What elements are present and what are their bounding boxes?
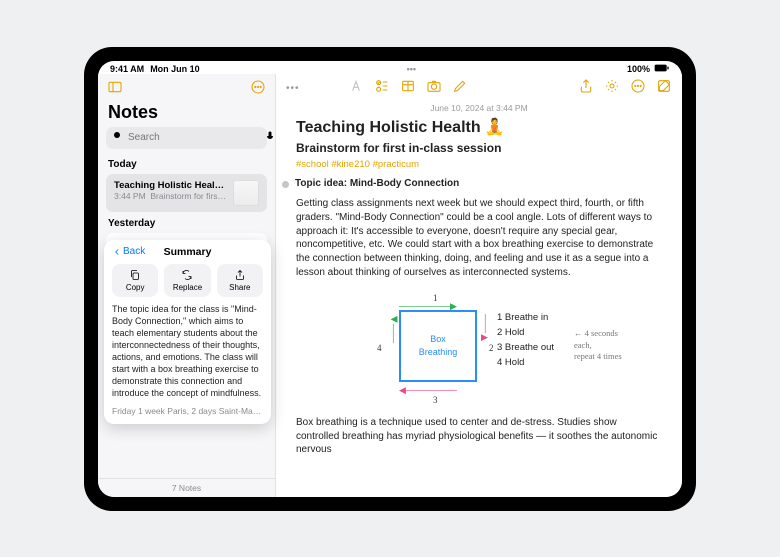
link-icon[interactable] <box>604 78 620 99</box>
table-icon[interactable] <box>400 78 416 99</box>
text-style-icon[interactable] <box>348 78 364 99</box>
paragraph-2: Box breathing is a technique used to cen… <box>296 416 662 457</box>
status-bar: 9:41 AM Mon Jun 10 ••• 100% <box>98 61 682 74</box>
popover-title: Summary <box>164 246 212 258</box>
note-title: Teaching Holistic Health <box>296 117 481 139</box>
section-today-header: Today <box>98 155 275 172</box>
notes-count: 7 Notes <box>98 478 275 497</box>
camera-icon[interactable] <box>426 78 442 99</box>
share-icon[interactable] <box>578 78 594 99</box>
note-pane: ••• June 10, 2024 at 3:44 PM Teaching Ho… <box>276 74 682 497</box>
sidebar-title: Notes <box>98 100 275 127</box>
note-tags[interactable]: #school #kine210 #practicum <box>296 158 662 171</box>
sidebar-toggle-icon[interactable] <box>106 78 124 96</box>
more-icon[interactable] <box>630 78 646 99</box>
bullet-icon <box>282 181 289 188</box>
battery-text: 100% <box>627 64 650 74</box>
back-button[interactable]: Back <box>112 246 145 257</box>
note-subtitle: Brainstorm for first in-class session <box>296 140 662 157</box>
ipad-device: 9:41 AM Mon Jun 10 ••• 100% Notes Today … <box>84 47 696 511</box>
more-icon[interactable] <box>249 78 267 96</box>
screen: 9:41 AM Mon Jun 10 ••• 100% Notes Today … <box>98 61 682 497</box>
box-breathing-drawing: 1 ────────▶ Box Breathing ───▶ 2 ◀──────… <box>329 288 629 408</box>
note-body[interactable]: Teaching Holistic Health🧘 Brainstorm for… <box>276 117 682 497</box>
note-item-sub: 3:44 PM Brainstorm for first in-clo… <box>114 191 227 201</box>
search-input[interactable] <box>128 132 260 143</box>
copy-button[interactable]: Copy <box>112 264 158 297</box>
breathing-note: ← 4 seconds each, repeat 4 times <box>574 328 629 363</box>
mic-icon[interactable] <box>264 129 276 147</box>
summary-popover: Back Summary Copy Replace Share The topi… <box>104 240 271 424</box>
status-date: Mon Jun 10 <box>150 64 200 74</box>
share-button[interactable]: Share <box>217 264 263 297</box>
drag-handle-icon[interactable]: ••• <box>286 83 300 94</box>
replace-button[interactable]: Replace <box>164 264 210 297</box>
paragraph-1: Getting class assignments next week but … <box>296 197 662 280</box>
note-thumb <box>233 180 259 206</box>
compose-icon[interactable] <box>656 78 672 99</box>
checklist-icon[interactable] <box>374 78 390 99</box>
breathing-steps: 1 Breathe in 2 Hold 3 Breathe out 4 Hold <box>497 310 554 371</box>
popover-footer: Friday 1 week Paris, 2 days Saint-Malo, … <box>112 406 263 416</box>
topic-heading: Topic idea: Mind-Body Connection <box>295 177 459 191</box>
sidebar: Notes Today Teaching Holistic Health 🧘 3… <box>98 74 276 497</box>
note-item-teaching-holistic[interactable]: Teaching Holistic Health 🧘 3:44 PM Brain… <box>106 174 267 212</box>
search-field[interactable] <box>106 127 267 149</box>
note-toolbar: ••• <box>276 74 682 103</box>
note-date: June 10, 2024 at 3:44 PM <box>276 103 682 117</box>
box-label: Box Breathing <box>399 310 477 382</box>
markup-icon[interactable] <box>452 78 468 99</box>
summary-text: The topic idea for the class is "Mind-Bo… <box>112 303 263 400</box>
note-item-title: Teaching Holistic Health 🧘 <box>114 180 227 191</box>
section-yesterday-header: Yesterday <box>98 214 275 231</box>
status-time: 9:41 AM <box>110 64 144 74</box>
battery-icon <box>654 64 670 74</box>
title-emoji-icon: 🧘 <box>485 117 505 139</box>
search-icon <box>112 129 124 147</box>
